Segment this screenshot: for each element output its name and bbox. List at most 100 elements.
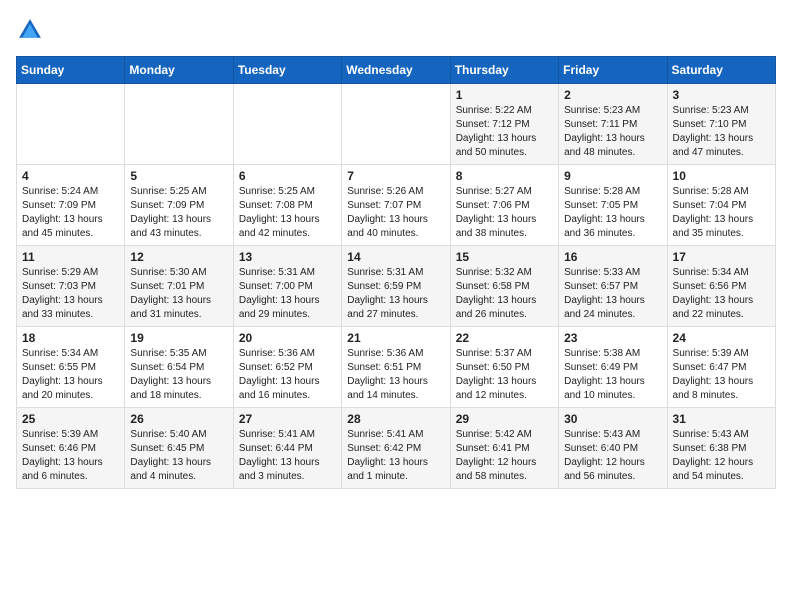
day-number: 3 xyxy=(673,88,770,102)
day-info: Sunrise: 5:33 AM Sunset: 6:57 PM Dayligh… xyxy=(564,266,661,322)
day-info: Sunrise: 5:36 AM Sunset: 6:52 PM Dayligh… xyxy=(239,347,336,403)
calendar-cell: 19 Sunrise: 5:35 AM Sunset: 6:54 PM Dayli… xyxy=(125,327,233,408)
day-info: Sunrise: 5:30 AM Sunset: 7:01 PM Dayligh… xyxy=(130,266,227,322)
day-info: Sunrise: 5:39 AM Sunset: 6:47 PM Dayligh… xyxy=(673,347,770,403)
day-number: 13 xyxy=(239,250,336,264)
weekday-header: Sunday xyxy=(17,57,125,84)
calendar-cell: 14 Sunrise: 5:31 AM Sunset: 6:59 PM Dayli… xyxy=(342,246,450,327)
calendar-cell: 31 Sunrise: 5:43 AM Sunset: 6:38 PM Dayli… xyxy=(667,408,775,489)
calendar-cell: 29 Sunrise: 5:42 AM Sunset: 6:41 PM Dayli… xyxy=(450,408,558,489)
day-number: 23 xyxy=(564,331,661,345)
day-info: Sunrise: 5:23 AM Sunset: 7:11 PM Dayligh… xyxy=(564,104,661,160)
day-number: 12 xyxy=(130,250,227,264)
calendar-cell: 18Sunrise: 5:34 AM Sunset: 6:55 PM Dayli… xyxy=(17,327,125,408)
day-info: Sunrise: 5:22 AM Sunset: 7:12 PM Dayligh… xyxy=(456,104,553,160)
calendar-cell xyxy=(233,84,341,165)
calendar-week-row: 11 Sunrise: 5:29 AM Sunset: 7:03 PM Dayli… xyxy=(17,246,776,327)
day-info: Sunrise: 5:34 AM Sunset: 6:56 PM Dayligh… xyxy=(673,266,770,322)
day-number: 14 xyxy=(347,250,444,264)
day-number: 15 xyxy=(456,250,553,264)
day-info: Sunrise: 5:36 AM Sunset: 6:51 PM Dayligh… xyxy=(347,347,444,403)
logo-icon xyxy=(16,16,44,44)
weekday-header: Friday xyxy=(559,57,667,84)
day-number: 29 xyxy=(456,412,553,426)
calendar-cell: 3 Sunrise: 5:23 AM Sunset: 7:10 PM Daylig… xyxy=(667,84,775,165)
calendar-cell: 21 Sunrise: 5:36 AM Sunset: 6:51 PM Dayli… xyxy=(342,327,450,408)
weekday-header: Saturday xyxy=(667,57,775,84)
weekday-header: Thursday xyxy=(450,57,558,84)
page-header xyxy=(16,16,776,44)
day-info: Sunrise: 5:31 AM Sunset: 6:59 PM Dayligh… xyxy=(347,266,444,322)
day-number: 18 xyxy=(22,331,119,345)
weekday-header-row: SundayMondayTuesdayWednesdayThursdayFrid… xyxy=(17,57,776,84)
day-info: Sunrise: 5:37 AM Sunset: 6:50 PM Dayligh… xyxy=(456,347,553,403)
calendar-cell: 20 Sunrise: 5:36 AM Sunset: 6:52 PM Dayli… xyxy=(233,327,341,408)
day-info: Sunrise: 5:41 AM Sunset: 6:42 PM Dayligh… xyxy=(347,428,444,484)
day-number: 27 xyxy=(239,412,336,426)
day-info: Sunrise: 5:43 AM Sunset: 6:38 PM Dayligh… xyxy=(673,428,770,484)
calendar-cell: 28Sunrise: 5:41 AM Sunset: 6:42 PM Dayli… xyxy=(342,408,450,489)
day-number: 7 xyxy=(347,169,444,183)
day-info: Sunrise: 5:40 AM Sunset: 6:45 PM Dayligh… xyxy=(130,428,227,484)
day-info: Sunrise: 5:41 AM Sunset: 6:44 PM Dayligh… xyxy=(239,428,336,484)
day-info: Sunrise: 5:42 AM Sunset: 6:41 PM Dayligh… xyxy=(456,428,553,484)
day-number: 5 xyxy=(130,169,227,183)
calendar-cell: 17 Sunrise: 5:34 AM Sunset: 6:56 PM Dayli… xyxy=(667,246,775,327)
calendar-cell: 5Sunrise: 5:25 AM Sunset: 7:09 PM Daylig… xyxy=(125,165,233,246)
day-info: Sunrise: 5:26 AM Sunset: 7:07 PM Dayligh… xyxy=(347,185,444,241)
calendar-cell: 11 Sunrise: 5:29 AM Sunset: 7:03 PM Dayli… xyxy=(17,246,125,327)
calendar-cell: 23 Sunrise: 5:38 AM Sunset: 6:49 PM Dayli… xyxy=(559,327,667,408)
calendar-cell: 4Sunrise: 5:24 AM Sunset: 7:09 PM Daylig… xyxy=(17,165,125,246)
calendar-cell: 22 Sunrise: 5:37 AM Sunset: 6:50 PM Dayli… xyxy=(450,327,558,408)
day-number: 20 xyxy=(239,331,336,345)
calendar-cell: 16 Sunrise: 5:33 AM Sunset: 6:57 PM Dayli… xyxy=(559,246,667,327)
weekday-header: Monday xyxy=(125,57,233,84)
day-number: 2 xyxy=(564,88,661,102)
calendar-cell: 1 Sunrise: 5:22 AM Sunset: 7:12 PM Daylig… xyxy=(450,84,558,165)
calendar-cell: 2 Sunrise: 5:23 AM Sunset: 7:11 PM Daylig… xyxy=(559,84,667,165)
day-number: 31 xyxy=(673,412,770,426)
calendar-cell: 27 Sunrise: 5:41 AM Sunset: 6:44 PM Dayli… xyxy=(233,408,341,489)
calendar-cell: 7 Sunrise: 5:26 AM Sunset: 7:07 PM Daylig… xyxy=(342,165,450,246)
day-number: 30 xyxy=(564,412,661,426)
day-info: Sunrise: 5:23 AM Sunset: 7:10 PM Dayligh… xyxy=(673,104,770,160)
calendar-cell: 26 Sunrise: 5:40 AM Sunset: 6:45 PM Dayli… xyxy=(125,408,233,489)
calendar-week-row: 1 Sunrise: 5:22 AM Sunset: 7:12 PM Daylig… xyxy=(17,84,776,165)
calendar-table: SundayMondayTuesdayWednesdayThursdayFrid… xyxy=(16,56,776,489)
calendar-cell: 30 Sunrise: 5:43 AM Sunset: 6:40 PM Dayli… xyxy=(559,408,667,489)
calendar-cell: 12 Sunrise: 5:30 AM Sunset: 7:01 PM Dayli… xyxy=(125,246,233,327)
day-number: 26 xyxy=(130,412,227,426)
day-info: Sunrise: 5:24 AM Sunset: 7:09 PM Dayligh… xyxy=(22,185,119,241)
day-number: 21 xyxy=(347,331,444,345)
calendar-cell xyxy=(17,84,125,165)
day-number: 6 xyxy=(239,169,336,183)
calendar-week-row: 25 Sunrise: 5:39 AM Sunset: 6:46 PM Dayli… xyxy=(17,408,776,489)
day-number: 19 xyxy=(130,331,227,345)
day-info: Sunrise: 5:31 AM Sunset: 7:00 PM Dayligh… xyxy=(239,266,336,322)
day-info: Sunrise: 5:32 AM Sunset: 6:58 PM Dayligh… xyxy=(456,266,553,322)
day-number: 8 xyxy=(456,169,553,183)
day-number: 1 xyxy=(456,88,553,102)
calendar-cell: 10Sunrise: 5:28 AM Sunset: 7:04 PM Dayli… xyxy=(667,165,775,246)
day-number: 16 xyxy=(564,250,661,264)
day-info: Sunrise: 5:29 AM Sunset: 7:03 PM Dayligh… xyxy=(22,266,119,322)
day-number: 22 xyxy=(456,331,553,345)
day-info: Sunrise: 5:28 AM Sunset: 7:05 PM Dayligh… xyxy=(564,185,661,241)
day-number: 17 xyxy=(673,250,770,264)
day-number: 25 xyxy=(22,412,119,426)
day-info: Sunrise: 5:35 AM Sunset: 6:54 PM Dayligh… xyxy=(130,347,227,403)
calendar-cell: 6 Sunrise: 5:25 AM Sunset: 7:08 PM Daylig… xyxy=(233,165,341,246)
day-info: Sunrise: 5:25 AM Sunset: 7:08 PM Dayligh… xyxy=(239,185,336,241)
calendar-cell: 15 Sunrise: 5:32 AM Sunset: 6:58 PM Dayli… xyxy=(450,246,558,327)
calendar-cell: 13 Sunrise: 5:31 AM Sunset: 7:00 PM Dayli… xyxy=(233,246,341,327)
day-info: Sunrise: 5:39 AM Sunset: 6:46 PM Dayligh… xyxy=(22,428,119,484)
weekday-header: Tuesday xyxy=(233,57,341,84)
day-number: 11 xyxy=(22,250,119,264)
day-info: Sunrise: 5:43 AM Sunset: 6:40 PM Dayligh… xyxy=(564,428,661,484)
calendar-cell: 24Sunrise: 5:39 AM Sunset: 6:47 PM Dayli… xyxy=(667,327,775,408)
calendar-cell: 8 Sunrise: 5:27 AM Sunset: 7:06 PM Daylig… xyxy=(450,165,558,246)
calendar-week-row: 4Sunrise: 5:24 AM Sunset: 7:09 PM Daylig… xyxy=(17,165,776,246)
weekday-header: Wednesday xyxy=(342,57,450,84)
day-info: Sunrise: 5:27 AM Sunset: 7:06 PM Dayligh… xyxy=(456,185,553,241)
day-info: Sunrise: 5:38 AM Sunset: 6:49 PM Dayligh… xyxy=(564,347,661,403)
